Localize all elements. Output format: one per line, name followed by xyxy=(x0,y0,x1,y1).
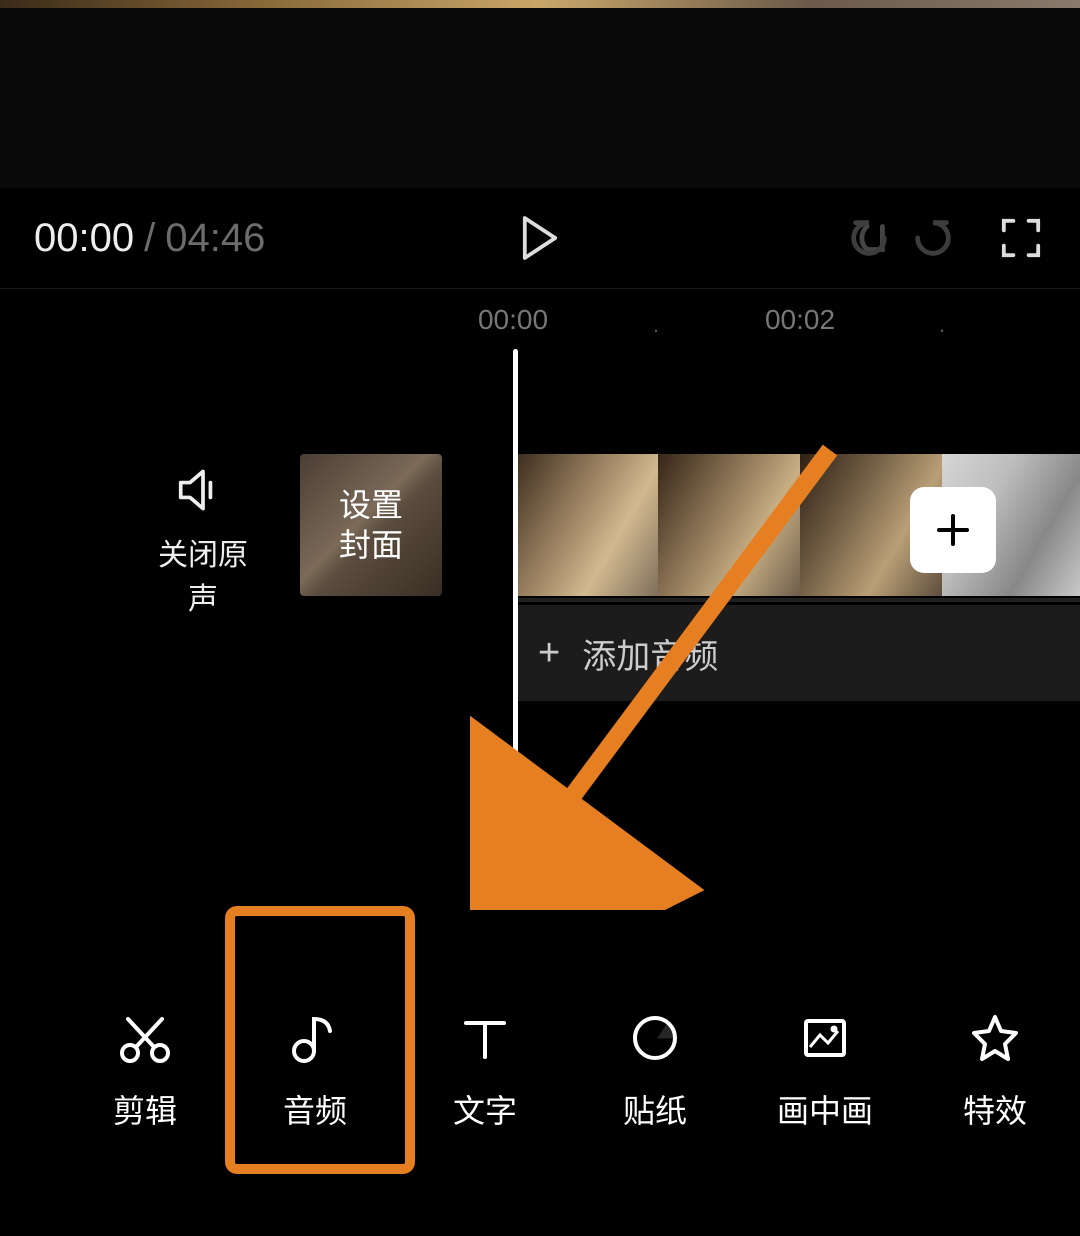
playhead[interactable] xyxy=(513,349,518,757)
plus-icon: + xyxy=(538,632,560,675)
timeline-ruler[interactable]: 00:00 · 00:02 · xyxy=(0,289,1080,349)
mute-label: 关闭原声 xyxy=(148,530,258,618)
play-icon xyxy=(521,216,559,260)
add-audio-button[interactable]: + 添加音频 xyxy=(516,605,1080,701)
video-preview-strip xyxy=(0,0,1080,8)
redo-icon xyxy=(910,215,956,261)
add-audio-label: 添加音频 xyxy=(582,629,718,678)
tool-effects[interactable]: 特效 xyxy=(910,1008,1080,1168)
tool-sticker[interactable]: 贴纸 xyxy=(570,1008,740,1168)
star-icon xyxy=(968,1008,1022,1068)
total-time: 04:46 xyxy=(165,216,265,261)
ruler-tick: · xyxy=(938,317,945,343)
fullscreen-icon xyxy=(1000,217,1042,259)
bottom-toolbar: 剪辑 音频 文字 贴纸 画中画 特效 xyxy=(0,1008,1080,1168)
video-frame[interactable] xyxy=(516,454,658,596)
tool-label: 贴纸 xyxy=(623,1086,687,1132)
tool-label: 特效 xyxy=(963,1086,1027,1132)
playback-bar: 00:00 / 04:46 xyxy=(0,188,1080,288)
tool-text[interactable]: 文字 xyxy=(400,1008,570,1168)
tool-label: 画中画 xyxy=(777,1086,873,1132)
speaker-icon xyxy=(148,464,258,516)
tool-label: 剪辑 xyxy=(113,1086,177,1132)
fullscreen-button[interactable] xyxy=(996,213,1046,263)
time-separator: / xyxy=(144,216,155,261)
tool-label: 音频 xyxy=(283,1086,347,1132)
redo-button[interactable] xyxy=(908,213,958,263)
timeline[interactable]: 关闭原声 设置 封面 + 添加音频 xyxy=(0,349,1080,777)
tool-edit[interactable]: 剪辑 xyxy=(60,1008,230,1168)
video-preview-area xyxy=(0,8,1080,188)
cover-label-line1: 设置 xyxy=(339,485,403,525)
undo-icon xyxy=(846,215,892,261)
music-note-icon xyxy=(288,1008,342,1068)
tool-label: 文字 xyxy=(453,1086,517,1132)
ruler-tick: · xyxy=(652,317,659,343)
pip-icon xyxy=(798,1008,852,1068)
current-time: 00:00 xyxy=(34,216,134,261)
scissors-icon xyxy=(118,1008,172,1068)
ruler-timestamp: 00:00 xyxy=(478,304,548,336)
play-button[interactable] xyxy=(515,213,565,263)
add-clip-button[interactable] xyxy=(910,487,996,573)
undo-button[interactable] xyxy=(844,213,894,263)
ruler-timestamp: 00:02 xyxy=(765,304,835,336)
mute-original-sound-button[interactable]: 关闭原声 xyxy=(148,464,258,618)
cover-label-line2: 封面 xyxy=(339,525,403,565)
sticker-icon xyxy=(628,1008,682,1068)
plus-icon xyxy=(933,510,973,550)
tool-pip[interactable]: 画中画 xyxy=(740,1008,910,1168)
video-frame[interactable] xyxy=(658,454,800,596)
text-icon xyxy=(458,1008,512,1068)
tool-audio[interactable]: 音频 xyxy=(230,1008,400,1168)
set-cover-button[interactable]: 设置 封面 xyxy=(300,454,442,596)
